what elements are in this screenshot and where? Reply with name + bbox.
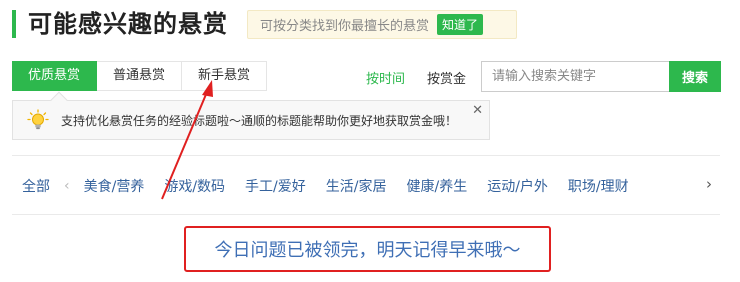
category-sports[interactable]: 运动/户外 [487, 176, 548, 196]
hint-dismiss-button[interactable]: 知道了 [437, 14, 484, 35]
category-divider-bottom [12, 214, 720, 215]
category-health[interactable]: 健康/养生 [406, 176, 467, 196]
category-home[interactable]: 生活/家居 [326, 176, 387, 196]
tab-quality-reward[interactable]: 优质悬赏 [12, 61, 98, 91]
tip-pointer [50, 91, 68, 109]
tab-normal-reward[interactable]: 普通悬赏 [97, 62, 183, 90]
lightbulb-icon [27, 109, 49, 131]
empty-message-box: 今日问题已被领完，明天记得早来哦～ [184, 226, 551, 272]
hint-text: 可按分类找到你最擅长的悬赏 [260, 19, 430, 34]
page-title: 可能感兴趣的悬赏 [28, 10, 228, 38]
category-divider-top [12, 155, 720, 156]
search-input[interactable] [481, 61, 669, 92]
sort-by-reward-link[interactable]: 按赏金 [427, 68, 466, 87]
category-crafts[interactable]: 手工/爱好 [245, 176, 306, 196]
category-all[interactable]: 全部 [22, 176, 50, 196]
category-games[interactable]: 游戏/数码 [164, 176, 225, 196]
reward-tabs: 优质悬赏 普通悬赏 新手悬赏 [12, 61, 268, 91]
close-icon[interactable]: ✕ [472, 103, 483, 118]
search-button[interactable]: 搜索 [669, 61, 721, 92]
empty-message: 今日问题已被领完，明天记得早来哦～ [214, 240, 521, 261]
category-food[interactable]: 美食/营养 [84, 176, 145, 196]
category-career[interactable]: 职场/理财 [568, 176, 629, 196]
category-nav: 全部 ‹ 美食/营养 游戏/数码 手工/爱好 生活/家居 健康/养生 运动/户外… [22, 176, 629, 196]
title-accent-bar [12, 10, 16, 38]
hint-banner: 可按分类找到你最擅长的悬赏 知道了 [247, 10, 517, 39]
chevron-left-icon[interactable]: ‹ [64, 178, 70, 194]
chevron-right-icon[interactable]: › [706, 175, 712, 193]
sort-by-time-link[interactable]: 按时间 [366, 68, 405, 87]
tip-text: 支持优化悬赏任务的经验标题啦～通顺的标题能帮助你更好地获取赏金哦！ [61, 113, 458, 128]
tip-notice: 支持优化悬赏任务的经验标题啦～通顺的标题能帮助你更好地获取赏金哦！ ✕ [12, 91, 490, 140]
tab-newbie-reward[interactable]: 新手悬赏 [182, 62, 268, 90]
